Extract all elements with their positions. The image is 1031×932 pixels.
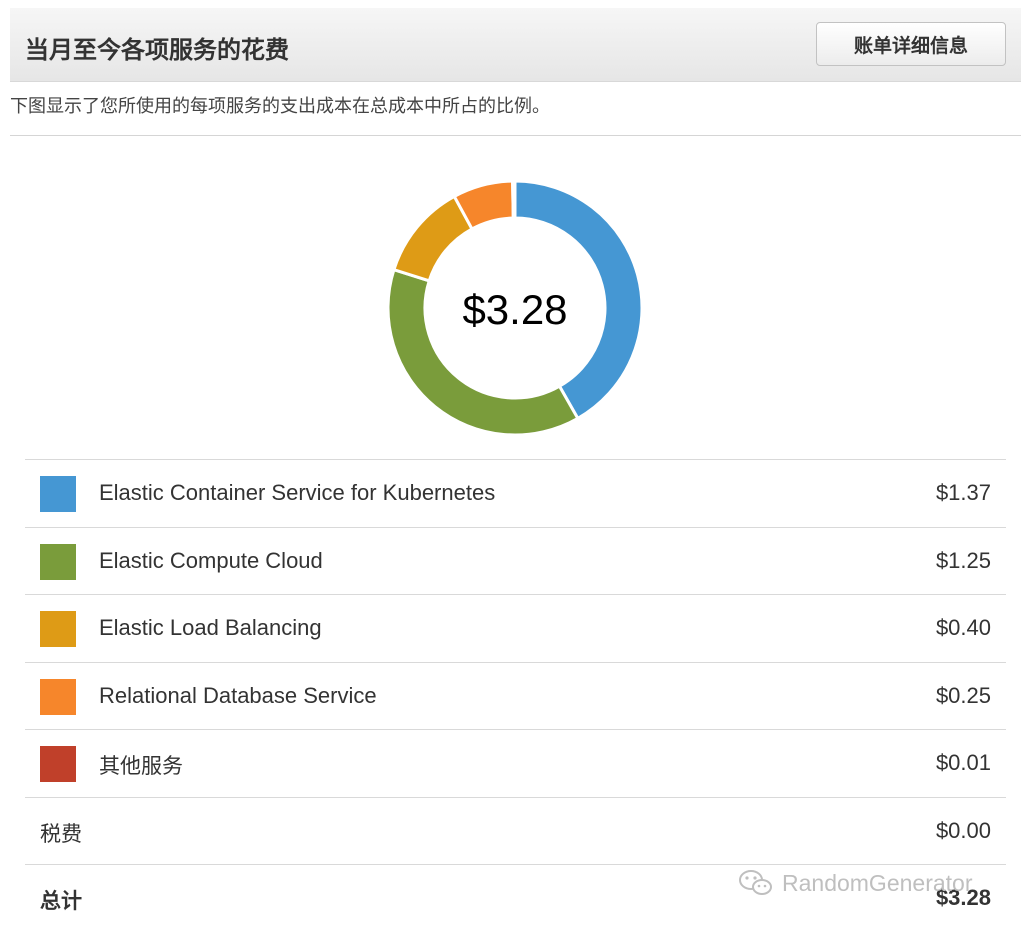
legend-swatch <box>40 746 76 782</box>
service-row-other: 其他服务 $0.01 <box>25 729 1006 797</box>
page-description: 下图显示了您所使用的每项服务的支出成本在总成本中所占的比例。 <box>10 96 550 117</box>
service-amount: $0.25 <box>935 682 991 708</box>
watermark: RandomGenerator <box>738 868 973 898</box>
service-amount: $1.37 <box>935 480 991 505</box>
service-amount: $1.25 <box>935 547 991 573</box>
service-amount: $0.40 <box>935 615 991 640</box>
legend-swatch <box>40 678 76 715</box>
legend-swatch <box>40 543 76 580</box>
wechat-icon <box>738 868 774 898</box>
service-row-rds: Relational Database Service $0.25 <box>25 661 1006 730</box>
bill-details-button[interactable]: 账单详细信息 <box>816 22 1006 66</box>
service-name: Elastic Compute Cloud <box>99 547 323 573</box>
cost-donut-chart: $3.28 <box>365 158 665 458</box>
total-label: 总计 <box>40 889 82 913</box>
service-row-elb: Elastic Load Balancing $0.40 <box>25 594 1006 662</box>
service-name: Elastic Container Service for Kubernetes <box>99 480 496 505</box>
service-name: Relational Database Service <box>99 682 377 708</box>
legend-swatch <box>40 476 76 512</box>
page-header: 当月至今各项服务的花费 账单详细信息 <box>10 8 1021 82</box>
donut-total-label: $3.28 <box>462 286 568 333</box>
service-row-ec2: Elastic Compute Cloud $1.25 <box>25 526 1006 595</box>
service-name: 其他服务 <box>99 754 183 778</box>
tax-row: 税费 $0.00 <box>25 796 1006 865</box>
legend-swatch <box>40 611 76 647</box>
service-name: Elastic Load Balancing <box>99 615 322 640</box>
service-amount: $0.01 <box>935 750 991 775</box>
tax-label: 税费 <box>40 821 82 846</box>
page-title: 当月至今各项服务的花费 <box>25 36 289 64</box>
tax-amount: $0.00 <box>935 817 991 843</box>
watermark-text: RandomGenerator <box>782 869 973 896</box>
donut-slice-4 <box>511 179 517 220</box>
divider <box>10 135 1021 136</box>
service-row-eks: Elastic Container Service for Kubernetes… <box>25 459 1006 527</box>
service-cost-table: Elastic Container Service for Kubernetes… <box>25 459 1006 932</box>
